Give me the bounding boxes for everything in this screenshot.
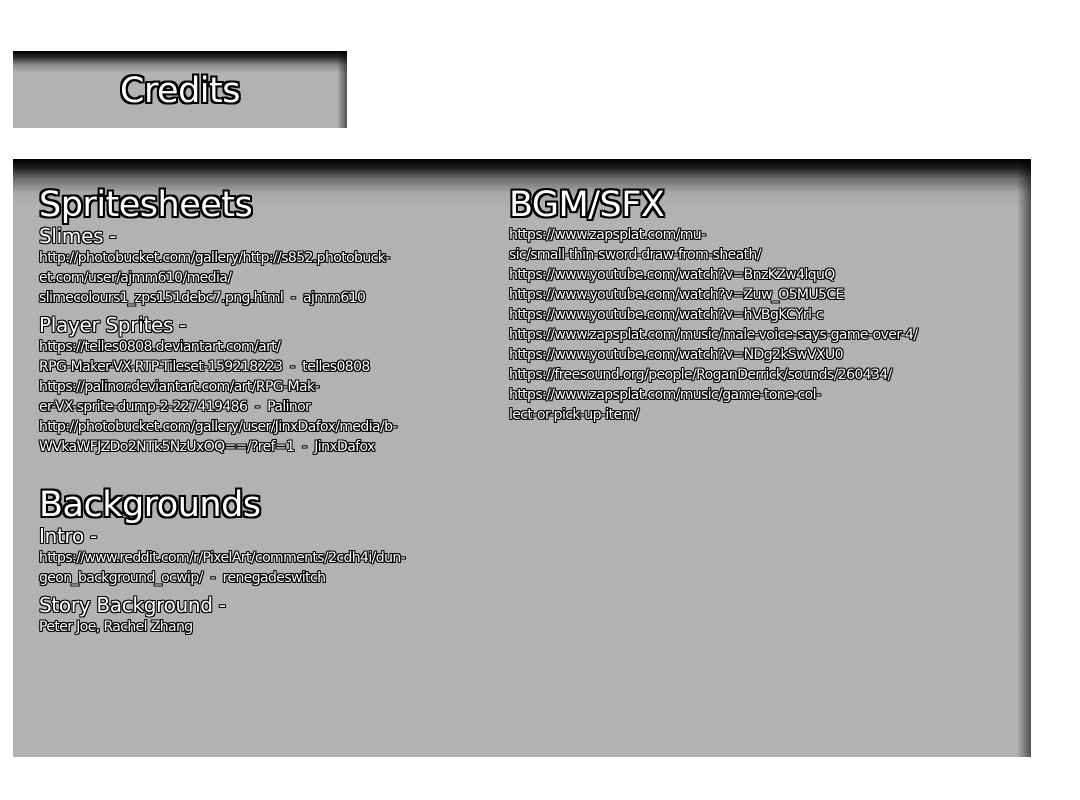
slimes-label: Slimes - [39,224,117,248]
credit-line: https://freesound.org/people/RoganDerric… [509,367,892,383]
credit-line: https://www.zapsplat.com/music/game-tone… [509,387,821,403]
credit-line: RPG-Maker-VX-RTP-Tileset-159218223 - tel… [39,359,370,375]
credit-line: https://telles0808.deviantart.com/art/ [39,339,281,355]
left-column: Spritesheets Slimes - http://photobucket… [39,185,489,637]
credit-line: https://www.zapsplat.com/mu- [509,227,706,243]
player-sprites-label: Player Sprites - [39,313,187,337]
credit-line: geon_background_ocwip/ - renegadeswitch [39,570,326,586]
story-background-label: Story Background - [39,593,226,617]
credit-line: http://photobucket.com/gallery/http://s8… [39,250,390,266]
credit-line: https://www.youtube.com/watch?v=Zuw_O5MU… [509,287,844,303]
credit-line: slimecolours1_zps151debc7.png.html - ajm… [39,290,366,306]
credit-line: http://photobucket.com/gallery/user/Jinx… [39,419,397,435]
right-column: BGM/SFX https://www.zapsplat.com/mu- sic… [509,185,989,425]
credit-line: Peter Joe, Rachel Zhang [39,619,193,635]
credit-line: er-VX-sprite-dump-2-227419486 - Palinor [39,399,311,415]
backgrounds-heading: Backgrounds [39,485,261,525]
credit-line: et.com/user/ajmm610/media/ [39,270,232,286]
credit-line: https://www.youtube.com/watch?v=BnzKZw4l… [509,267,835,283]
credits-title-panel: Credits [13,51,347,128]
credit-line: lect-or-pick-up-item/ [509,407,639,423]
credit-line: https://www.youtube.com/watch?v=NDg2kSwV… [509,347,844,363]
intro-label: Intro - [39,524,97,548]
spritesheets-heading: Spritesheets [39,185,253,225]
credit-line: https://www.reddit.com/r/PixelArt/commen… [39,550,406,566]
credit-line: sic/small-thin-sword-draw-from-sheath/ [509,247,761,263]
credits-panel: Spritesheets Slimes - http://photobucket… [13,159,1031,757]
credit-line: https://palinor.deviantart.com/art/RPG-M… [39,379,320,395]
credit-line: WVkaWFJZDo2NTk5NzUxOQ==/?ref=1 - JinxDaf… [39,439,375,455]
bgm-sfx-heading: BGM/SFX [509,185,665,225]
credit-line: https://www.youtube.com/watch?v=hVBgKCYr… [509,307,824,323]
credit-line: https://www.zapsplat.com/music/male-voic… [509,327,918,343]
page-title: Credits [120,71,241,111]
